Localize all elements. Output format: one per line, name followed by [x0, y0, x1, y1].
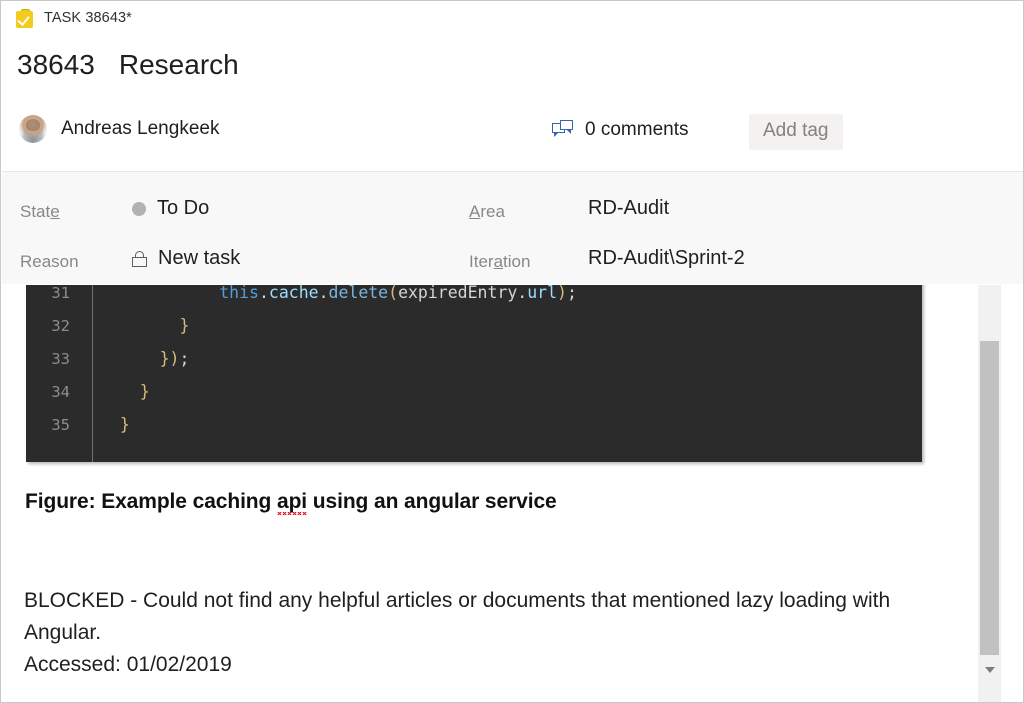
scroll-down-button[interactable] [978, 659, 1001, 681]
code-line-text: } [119, 415, 130, 434]
work-item-title[interactable]: Research [119, 49, 239, 81]
code-line: 34 } [26, 375, 922, 408]
work-item-window: TASK 38643* 38643 Research Andreas Lengk… [0, 0, 1024, 703]
caption-misspelled-word: api [277, 490, 308, 513]
avatar [19, 115, 47, 143]
code-line-number: 31 [51, 285, 70, 302]
code-line-number: 33 [51, 349, 70, 368]
work-item-id: 38643 [17, 49, 95, 80]
reason-field-label: Reason [20, 252, 79, 271]
iteration-field-value[interactable]: RD-Audit\Sprint-2 [588, 247, 745, 270]
caption-after: using an angular service [307, 490, 557, 513]
area-field-value[interactable]: RD-Audit [588, 197, 669, 220]
area-field-label: Area [469, 202, 505, 221]
work-item-fields: State To Do Reason New task Area RD-Audi… [2, 171, 1023, 284]
code-line-text: } [179, 316, 190, 335]
description-body: BLOCKED - Could not find any helpful art… [24, 585, 969, 681]
reason-text: New task [158, 247, 241, 269]
work-item-type-row: TASK 38643* [16, 6, 132, 30]
code-line-number: 32 [51, 316, 70, 335]
code-line: 35 } [26, 408, 922, 441]
description-line: BLOCKED - Could not find any helpful art… [24, 589, 891, 644]
iteration-field-label: Iteration [469, 252, 531, 271]
code-line: 31 this.cache.delete(expiredEntry.url); [26, 285, 922, 309]
state-text: To Do [157, 197, 210, 219]
comment-bubble-icon [552, 120, 574, 140]
code-line: 33 }); [26, 342, 922, 375]
description-panel[interactable]: 31 this.cache.delete(expiredEntry.url); 3… [2, 285, 1023, 702]
caption-before: Figure: Example caching [25, 490, 277, 513]
code-line-number: 34 [51, 382, 70, 401]
comments-count-label: 0 comments [585, 119, 689, 140]
work-item-meta-row: Andreas Lengkeek 0 comments Add tag [1, 109, 1023, 161]
work-item-type-label: TASK 38643* [44, 10, 132, 26]
assigned-to-name: Andreas Lengkeek [61, 118, 220, 139]
code-block: 31 this.cache.delete(expiredEntry.url); 3… [26, 285, 922, 462]
lock-icon [132, 250, 147, 267]
code-gutter-divider [92, 285, 93, 462]
code-line-text: } [139, 382, 150, 401]
reason-field-value[interactable]: New task [132, 247, 240, 270]
code-lines: 31 this.cache.delete(expiredEntry.url); 3… [26, 285, 922, 441]
scrollbar-thumb[interactable] [980, 341, 999, 655]
code-line-number: 35 [51, 415, 70, 434]
page-title[interactable]: 38643 Research [17, 49, 239, 81]
figure-caption: Figure: Example caching api using an ang… [25, 490, 557, 514]
state-field-label: State [20, 202, 60, 221]
code-line-text: this.cache.delete(expiredEntry.url); [219, 285, 577, 302]
comments-link[interactable]: 0 comments [552, 119, 688, 141]
add-tag-button[interactable]: Add tag [749, 114, 843, 150]
chevron-down-icon [984, 667, 995, 673]
code-line: 32 } [26, 309, 922, 342]
state-dot-icon [132, 201, 146, 216]
task-clipboard-icon [16, 8, 33, 28]
code-line-text: }); [159, 349, 190, 368]
assigned-to[interactable]: Andreas Lengkeek [19, 115, 219, 143]
description-line: Accessed: 01/02/2019 [24, 653, 232, 676]
description-scrollbar[interactable] [978, 285, 1001, 702]
state-field-value[interactable]: To Do [132, 197, 209, 220]
